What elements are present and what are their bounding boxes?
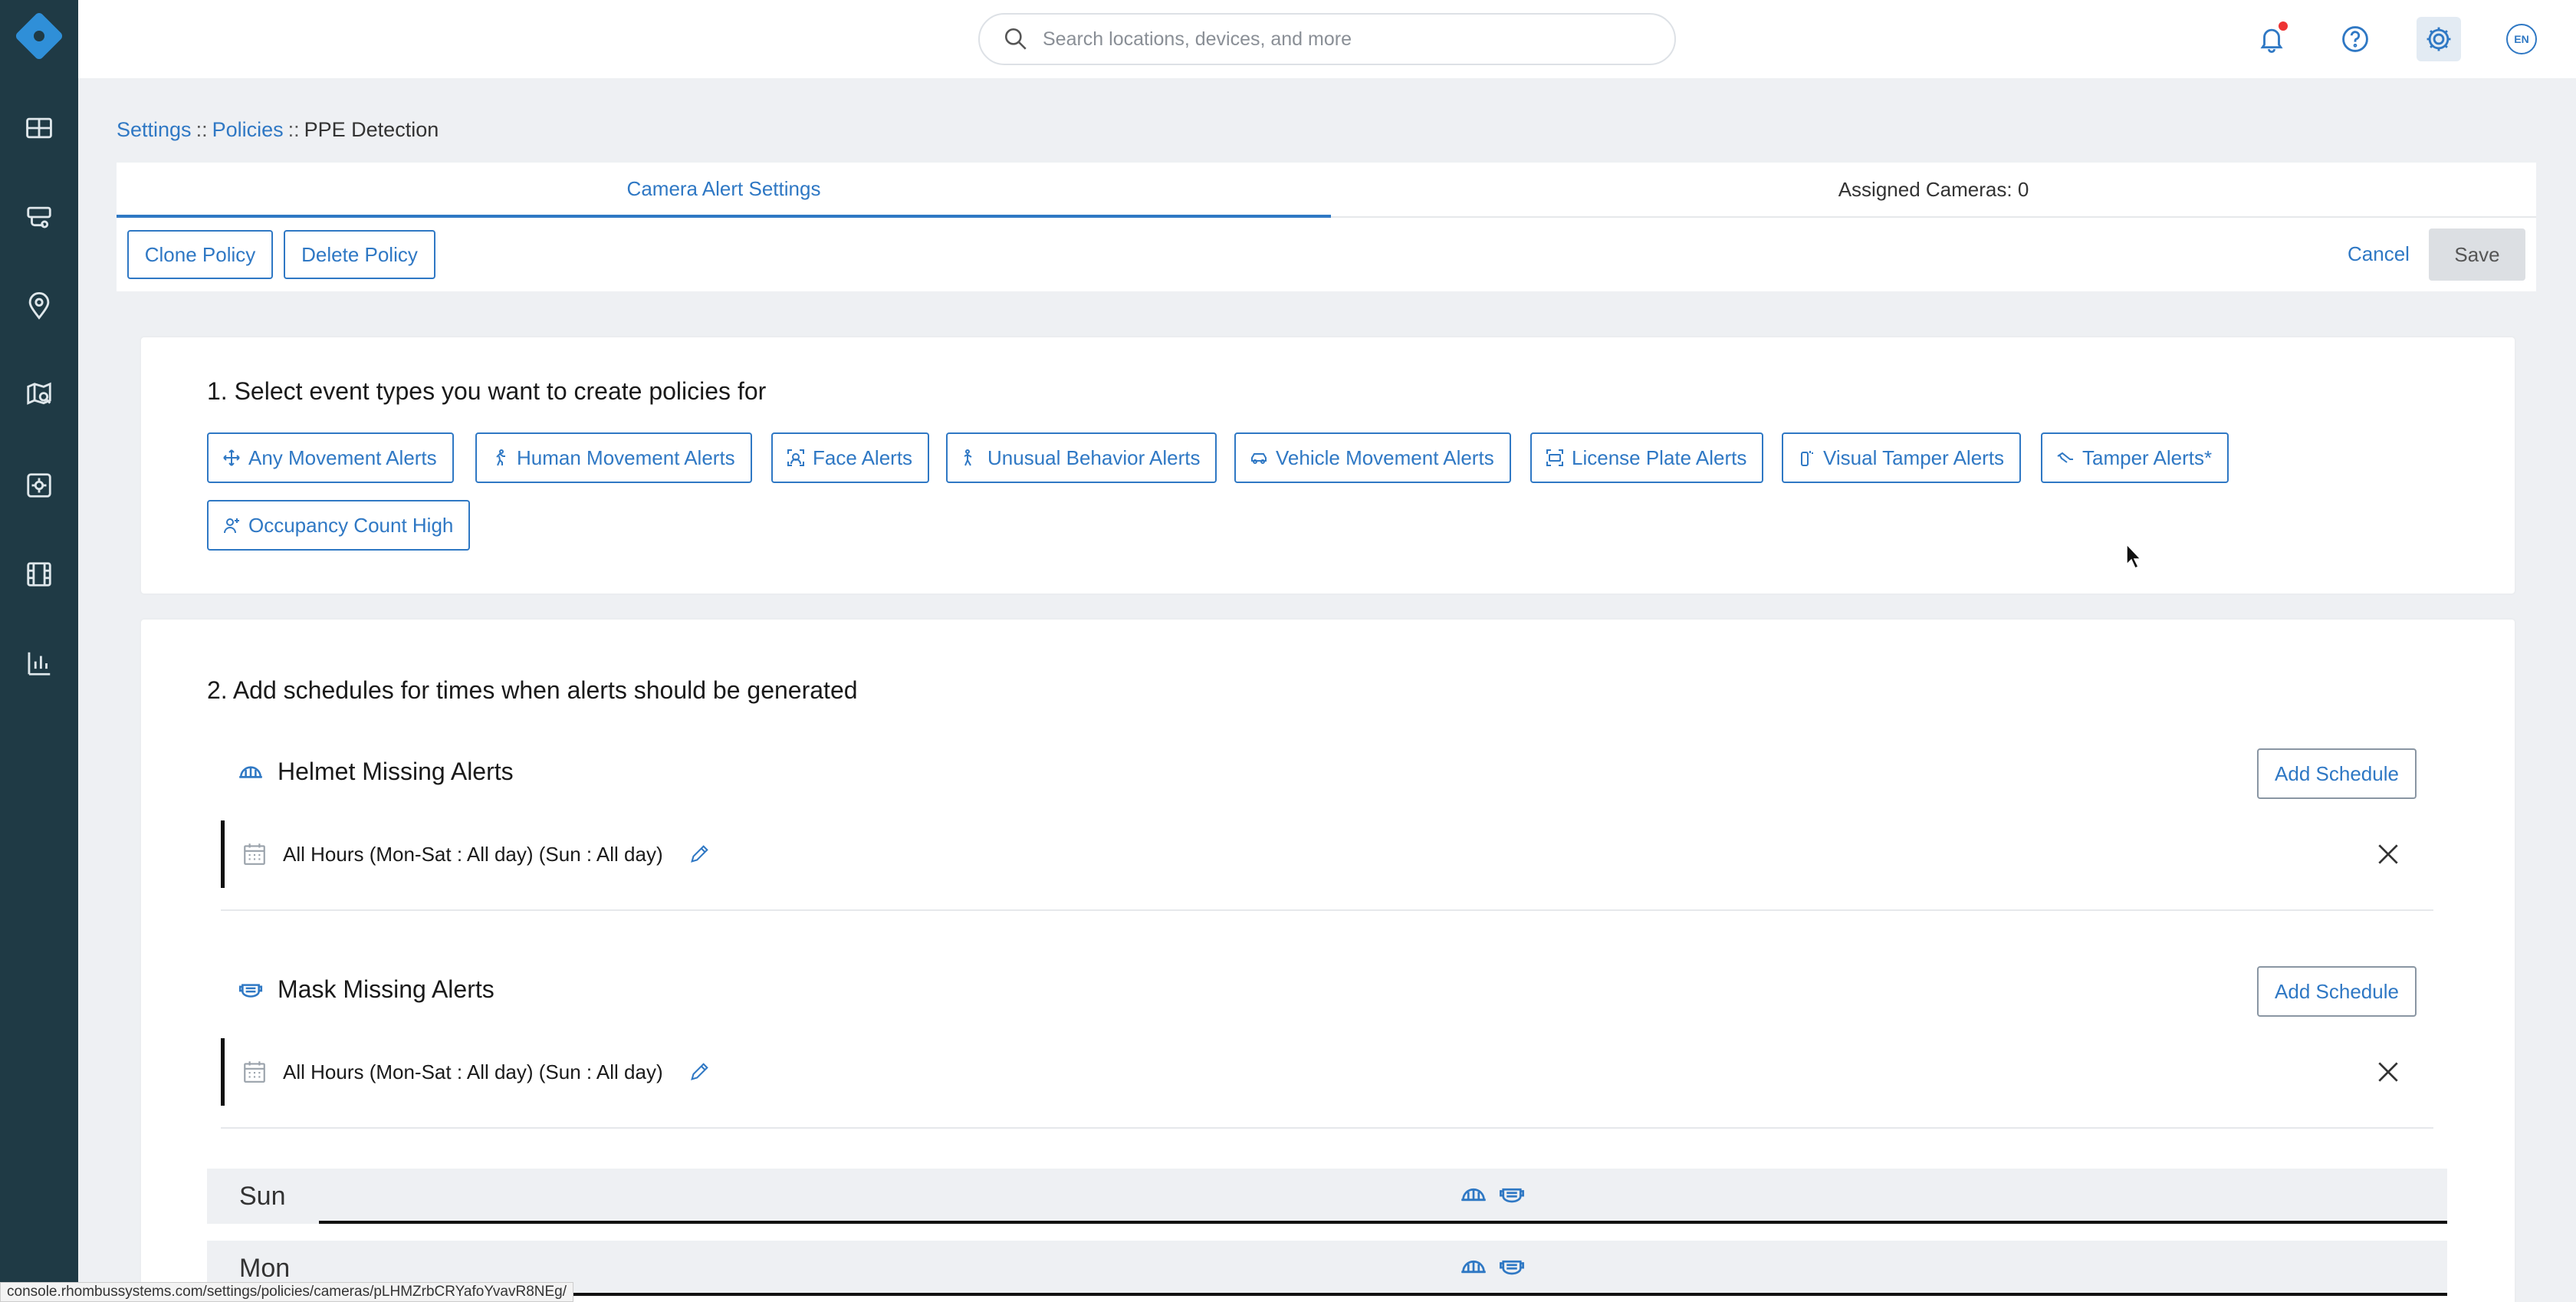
section-2-title: 2. Add schedules for times when alerts s… xyxy=(207,676,858,704)
mask-alert-header: Mask Missing Alerts xyxy=(238,975,495,1004)
sidebar xyxy=(0,0,78,1302)
map-icon[interactable] xyxy=(20,376,58,414)
notification-dot xyxy=(2279,21,2288,31)
person-behavior-icon xyxy=(964,449,972,466)
person-plus-icon xyxy=(224,518,239,534)
divider xyxy=(221,909,2433,911)
chip-label: Face Alerts xyxy=(813,446,913,469)
search-icon xyxy=(1004,28,1027,50)
chip-label: Occupancy Count High xyxy=(248,513,454,537)
language-label: EN xyxy=(2506,24,2537,54)
helmet-icon xyxy=(1461,1188,1486,1202)
policy-header-card: Camera Alert Settings Assigned Cameras: … xyxy=(117,163,2536,291)
top-bar: EN xyxy=(78,0,2576,78)
helmet-icon xyxy=(1461,1260,1486,1274)
helmet-alert-title: Helmet Missing Alerts xyxy=(278,758,514,785)
rhombus-logo[interactable] xyxy=(14,11,64,61)
breadcrumb-separator: :: xyxy=(288,118,300,141)
dashboard-icon[interactable] xyxy=(20,109,58,147)
chip-license-plate[interactable]: License Plate Alerts xyxy=(1530,432,1764,483)
chip-label: Tamper Alerts* xyxy=(2082,446,2213,469)
camera-tamper-icon xyxy=(1801,451,1813,466)
helmet-icon xyxy=(239,765,262,778)
help-button[interactable] xyxy=(2333,17,2377,61)
search-bar[interactable] xyxy=(978,13,1676,65)
cameras-icon[interactable] xyxy=(20,198,58,236)
face-scan-icon xyxy=(787,449,804,466)
mask-icon xyxy=(238,983,263,998)
day-schedule-bar[interactable] xyxy=(319,1169,2447,1224)
helmet-alert-header: Helmet Missing Alerts xyxy=(238,758,514,786)
language-button[interactable]: EN xyxy=(2499,17,2544,61)
mouse-cursor-icon xyxy=(2126,543,2142,570)
clone-policy-button[interactable]: Clone Policy xyxy=(127,230,273,279)
tab-camera-alert-settings[interactable]: Camera Alert Settings xyxy=(117,163,1331,218)
close-icon xyxy=(2378,844,2398,864)
add-schedule-mask-button[interactable]: Add Schedule xyxy=(2257,966,2417,1017)
chip-tamper[interactable]: Tamper Alerts* xyxy=(2041,432,2229,483)
chip-visual-tamper[interactable]: Visual Tamper Alerts xyxy=(1782,432,2022,483)
chip-label: Vehicle Movement Alerts xyxy=(1276,446,1494,469)
chip-vehicle-movement[interactable]: Vehicle Movement Alerts xyxy=(1234,432,1511,483)
chip-label: License Plate Alerts xyxy=(1572,446,1747,469)
mask-schedule-row: All Hours (Mon-Sat : All day) (Sun : All… xyxy=(221,1038,2432,1106)
status-url: console.rhombussystems.com/settings/poli… xyxy=(0,1282,574,1302)
save-button[interactable]: Save xyxy=(2429,229,2525,281)
chip-occupancy-count[interactable]: Occupancy Count High xyxy=(207,500,471,551)
delete-policy-button[interactable]: Delete Policy xyxy=(284,230,435,279)
event-types-panel: 1. Select event types you want to create… xyxy=(140,336,2516,595)
car-icon xyxy=(1251,453,1267,464)
chip-any-movement[interactable]: Any Movement Alerts xyxy=(207,432,454,483)
settings-button[interactable] xyxy=(2417,17,2461,61)
helmet-schedule-row: All Hours (Mon-Sat : All day) (Sun : All… xyxy=(221,820,2432,888)
remove-schedule-button[interactable] xyxy=(2375,841,2401,867)
running-person-icon xyxy=(496,449,505,466)
breadcrumb-settings[interactable]: Settings xyxy=(117,118,192,141)
add-schedule-helmet-button[interactable]: Add Schedule xyxy=(2257,748,2417,799)
chip-unusual-behavior[interactable]: Unusual Behavior Alerts xyxy=(946,432,1217,483)
tab-assigned-cameras[interactable]: Assigned Cameras: 0 xyxy=(1331,163,2536,218)
edit-schedule-button[interactable] xyxy=(688,1060,711,1083)
chip-label: Human Movement Alerts xyxy=(517,446,735,469)
mask-icon xyxy=(1500,1260,1524,1275)
remove-schedule-button[interactable] xyxy=(2375,1059,2401,1085)
integrations-icon[interactable] xyxy=(20,466,58,505)
calendar-icon xyxy=(242,1059,268,1085)
search-input[interactable] xyxy=(1043,28,1656,51)
notifications-button[interactable] xyxy=(2249,17,2294,61)
chip-label: Unusual Behavior Alerts xyxy=(987,446,1201,469)
chip-label: Any Movement Alerts xyxy=(248,446,437,469)
breadcrumb: Settings:: Policies:: PPE Detection xyxy=(117,118,439,142)
day-schedule-bar[interactable] xyxy=(319,1241,2447,1296)
chip-human-movement[interactable]: Human Movement Alerts xyxy=(475,432,752,483)
breadcrumb-policies[interactable]: Policies xyxy=(212,118,284,141)
help-icon xyxy=(2342,26,2368,52)
breadcrumb-current: PPE Detection xyxy=(304,118,439,141)
day-row-sun: Sun xyxy=(207,1169,2447,1224)
divider xyxy=(221,1127,2433,1129)
mask-alert-title: Mask Missing Alerts xyxy=(278,975,495,1003)
chip-label: Visual Tamper Alerts xyxy=(1823,446,2005,469)
gear-icon xyxy=(2426,27,2451,51)
reports-icon[interactable] xyxy=(20,644,58,682)
calendar-icon xyxy=(242,841,268,867)
pencil-icon xyxy=(690,1063,708,1080)
tamper-hand-icon xyxy=(2057,452,2073,463)
move-icon xyxy=(223,449,240,466)
schedule-text: All Hours (Mon-Sat : All day) (Sun : All… xyxy=(283,842,663,866)
video-icon[interactable] xyxy=(20,555,58,593)
license-plate-icon xyxy=(1546,449,1563,466)
edit-schedule-button[interactable] xyxy=(688,843,711,866)
schedule-text: All Hours (Mon-Sat : All day) (Sun : All… xyxy=(283,1060,663,1083)
chip-face[interactable]: Face Alerts xyxy=(771,432,930,483)
breadcrumb-separator: :: xyxy=(196,118,208,141)
pencil-icon xyxy=(690,845,708,863)
section-1-title: 1. Select event types you want to create… xyxy=(207,377,767,405)
mask-icon xyxy=(1500,1188,1524,1203)
day-label: Sun xyxy=(207,1169,319,1224)
locations-icon[interactable] xyxy=(20,287,58,325)
close-icon xyxy=(2378,1062,2398,1082)
cancel-button[interactable]: Cancel xyxy=(2348,242,2410,266)
